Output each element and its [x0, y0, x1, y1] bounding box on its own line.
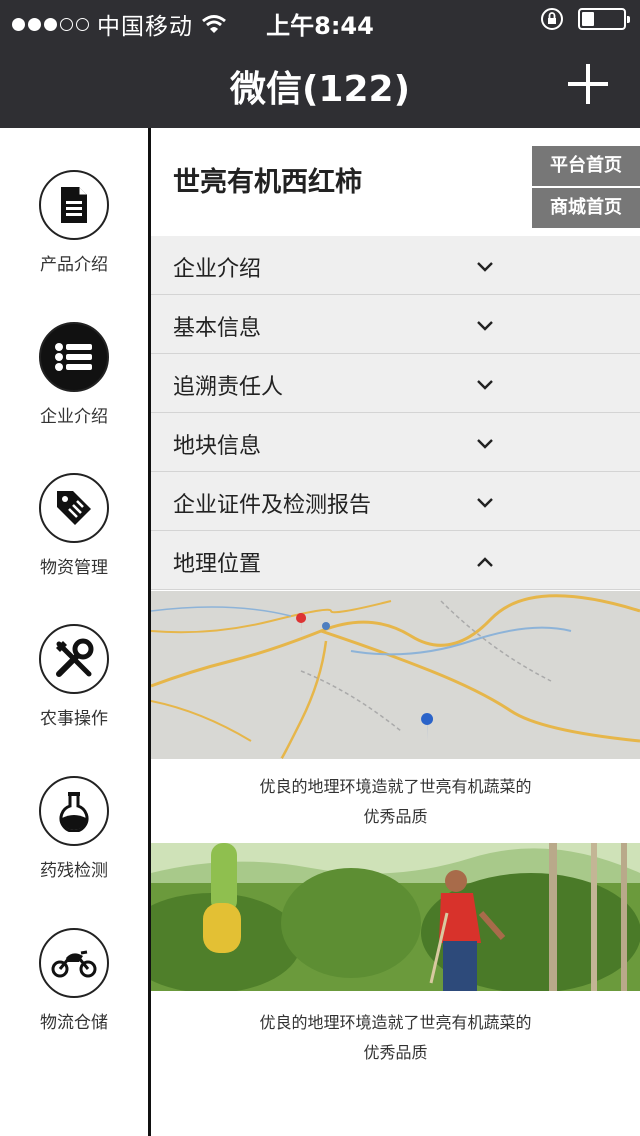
accordion-item-certificates[interactable]: 企业证件及检测报告 [151, 472, 640, 531]
signal-strength-icon [12, 17, 89, 31]
sidebar-item-label: 物流仓储 [40, 1013, 108, 1033]
accordion-label: 地理位置 [173, 552, 262, 577]
wifi-icon [202, 15, 226, 33]
accordion-label: 基本信息 [173, 316, 262, 341]
accordion-item-location[interactable]: 地理位置 [151, 531, 640, 590]
status-left: 中国移动 [12, 7, 227, 41]
chevron-down-icon [477, 498, 493, 508]
nav-bar: 微信(122) [0, 40, 640, 128]
sidebar-item-logistics[interactable]: 物流仓储 [0, 928, 148, 1058]
sidebar-item-label: 企业介绍 [40, 407, 108, 427]
farm-photo-graphic [151, 843, 640, 991]
chevron-down-icon [477, 262, 493, 272]
status-right [540, 7, 630, 31]
sidebar-item-label: 产品介绍 [40, 255, 108, 275]
tag-icon [39, 473, 109, 543]
mall-home-button[interactable]: 商城首页 [532, 188, 640, 228]
chevron-down-icon [477, 380, 493, 390]
document-icon [39, 170, 109, 240]
accordion-item-responsible[interactable]: 追溯责任人 [151, 354, 640, 413]
sidebar-item-farming[interactable]: 农事操作 [0, 624, 148, 754]
photo-caption-line1: 优良的地理环境造就了世亮有机蔬菜的 [259, 1013, 532, 1032]
sidebar-item-label: 农事操作 [40, 709, 108, 729]
sidebar: 产品介绍 企业介绍 物资管理 农事操作 药残检测 物流仓储 [0, 128, 148, 1136]
main-content: 世亮有机西红柿 平台首页 商城首页 企业介绍 基本信息 追溯责任人 地块信息 企… [151, 128, 640, 1136]
sidebar-item-residue[interactable]: 药残检测 [0, 776, 148, 906]
sidebar-item-company[interactable]: 企业介绍 [0, 322, 148, 452]
nav-title: 微信(122) [229, 69, 411, 110]
chevron-down-icon [477, 439, 493, 449]
accordion-item-plot-info[interactable]: 地块信息 [151, 413, 640, 472]
sidebar-item-product[interactable]: 产品介绍 [0, 170, 148, 300]
sidebar-item-label: 物资管理 [40, 558, 108, 578]
plus-icon[interactable] [568, 64, 608, 104]
accordion: 企业介绍 基本信息 追溯责任人 地块信息 企业证件及检测报告 地理位置 [151, 236, 640, 590]
list-icon [39, 322, 109, 392]
accordion-item-basic-info[interactable]: 基本信息 [151, 295, 640, 354]
chevron-up-icon [477, 557, 493, 567]
motorcycle-icon [39, 928, 109, 998]
accordion-label: 企业介绍 [173, 257, 262, 282]
battery-level-fill [582, 12, 594, 26]
carrier-name: 中国移动 [97, 14, 193, 40]
sidebar-item-label: 药残检测 [40, 861, 108, 881]
sidebar-item-materials[interactable]: 物资管理 [0, 473, 148, 603]
chevron-down-icon [477, 321, 493, 331]
orientation-lock-icon [541, 8, 563, 30]
map-caption-line1: 优良的地理环境造就了世亮有机蔬菜的 [259, 777, 532, 796]
tools-icon [39, 624, 109, 694]
accordion-label: 地块信息 [173, 434, 262, 459]
accordion-label: 企业证件及检测报告 [173, 493, 372, 518]
location-map[interactable] [151, 591, 640, 759]
map-graphic [151, 591, 640, 759]
status-bar: 中国移动 上午8:44 [0, 0, 640, 40]
page-title: 世亮有机西红柿 [173, 167, 362, 198]
farm-photo [151, 843, 640, 991]
accordion-label: 追溯责任人 [173, 375, 284, 400]
platform-home-button[interactable]: 平台首页 [532, 146, 640, 186]
accordion-item-company[interactable]: 企业介绍 [151, 236, 640, 295]
map-caption-line2: 优秀品质 [363, 807, 428, 826]
photo-caption-line2: 优秀品质 [363, 1043, 428, 1062]
flask-icon [39, 776, 109, 846]
battery-icon [578, 8, 630, 30]
